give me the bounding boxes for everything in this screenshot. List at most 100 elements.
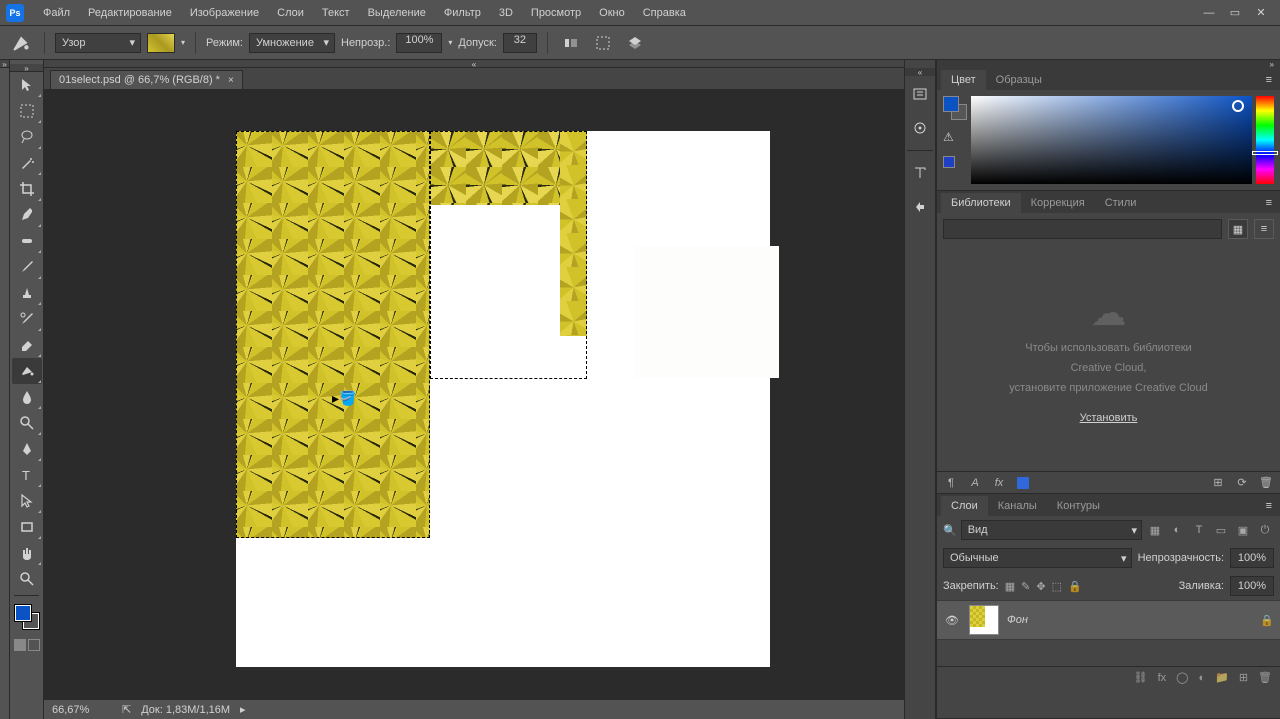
filter-toggle-icon[interactable]: ⏻ — [1256, 521, 1274, 539]
lib-sync-icon[interactable]: ⟳ — [1234, 475, 1250, 491]
rectangle-shape-tool[interactable] — [12, 514, 42, 540]
menu-layers[interactable]: Слои — [268, 0, 313, 26]
layer-fx-icon[interactable]: fx — [1158, 672, 1167, 684]
move-tool[interactable] — [12, 72, 42, 98]
color-panel-fg-swatch[interactable] — [943, 96, 959, 112]
hue-slider-handle-icon[interactable] — [1252, 151, 1278, 155]
library-grid-view-icon[interactable]: ▦ — [1228, 219, 1248, 239]
blur-tool[interactable] — [12, 384, 42, 410]
all-layers-icon[interactable] — [622, 32, 648, 54]
pattern-swatch[interactable] — [147, 33, 175, 53]
lock-all-icon[interactable]: 🔒 — [1068, 580, 1082, 593]
libraries-install-link[interactable]: Установить — [1080, 412, 1138, 424]
status-zoom[interactable]: 66,67% — [52, 704, 112, 716]
menu-view[interactable]: Просмотр — [522, 0, 590, 26]
libraries-panel-menu-icon[interactable]: ≡ — [1258, 193, 1280, 213]
color-panel-swatches[interactable] — [943, 96, 967, 120]
tab-color[interactable]: Цвет — [941, 70, 986, 90]
filter-smart-icon[interactable]: ▣ — [1234, 521, 1252, 539]
window-maximize-icon[interactable]: ▭ — [1222, 3, 1248, 23]
eyedropper-tool[interactable] — [12, 202, 42, 228]
tolerance-input[interactable]: 32 — [503, 33, 537, 53]
rectangular-marquee-tool[interactable] — [12, 98, 42, 124]
color-field[interactable] — [971, 96, 1252, 184]
lasso-tool[interactable] — [12, 124, 42, 150]
properties-panel-icon[interactable] — [906, 114, 934, 142]
status-docsize[interactable]: Док: 1,83M/1,16M — [141, 704, 230, 716]
opacity-flyout-icon[interactable]: ▾ — [448, 38, 452, 47]
status-flyout-icon[interactable]: ▸ — [240, 703, 246, 716]
tab-styles[interactable]: Стили — [1095, 193, 1147, 213]
character-panel-icon[interactable] — [906, 159, 934, 187]
window-close-icon[interactable]: ✕ — [1248, 3, 1274, 23]
lock-image-icon[interactable]: ✎ — [1021, 580, 1030, 593]
menu-3d[interactable]: 3D — [490, 0, 522, 26]
filter-type-icon[interactable]: T — [1190, 521, 1208, 539]
brush-tool[interactable] — [12, 254, 42, 280]
tab-paths[interactable]: Контуры — [1047, 496, 1110, 516]
spot-healing-tool[interactable] — [12, 228, 42, 254]
type-tool[interactable]: T — [12, 462, 42, 488]
menu-window[interactable]: Окно — [590, 0, 634, 26]
tab-swatches[interactable]: Образцы — [986, 70, 1052, 90]
blend-mode-select[interactable]: Умножение — [249, 33, 335, 53]
menu-file[interactable]: Файл — [34, 0, 79, 26]
pen-tool[interactable] — [12, 436, 42, 462]
history-brush-tool[interactable] — [12, 306, 42, 332]
layer-row[interactable]: 👁 Фон 🔒 — [937, 600, 1280, 640]
layer-fill-input[interactable]: 100% — [1230, 576, 1274, 596]
tab-channels[interactable]: Каналы — [988, 496, 1047, 516]
color-panel-menu-icon[interactable]: ≡ — [1258, 70, 1280, 90]
doc-expand-icon[interactable]: « — [44, 60, 904, 68]
lib-trash-icon[interactable]: 🗑 — [1258, 475, 1274, 491]
layer-thumbnail[interactable] — [969, 605, 999, 635]
layer-locked-icon[interactable]: 🔒 — [1260, 614, 1274, 627]
lock-position-icon[interactable]: ✥ — [1036, 580, 1045, 593]
library-select[interactable] — [943, 219, 1222, 239]
layer-blend-mode-select[interactable]: Обычные — [943, 548, 1132, 568]
layer-mask-icon[interactable]: ◯ — [1176, 671, 1188, 684]
collapsed-panels-expand-icon[interactable]: « — [905, 68, 935, 76]
crop-tool[interactable] — [12, 176, 42, 202]
standard-mode-icon[interactable] — [14, 639, 26, 651]
path-selection-tool[interactable] — [12, 488, 42, 514]
eraser-tool[interactable] — [12, 332, 42, 358]
menu-select[interactable]: Выделение — [359, 0, 435, 26]
layer-filter-kind-select[interactable]: Вид — [961, 520, 1142, 540]
lib-color-icon[interactable] — [1015, 475, 1031, 491]
opacity-input[interactable]: 100% — [396, 33, 442, 53]
lib-paragraph-style-icon[interactable]: ¶ — [943, 475, 959, 491]
gamut-warning-icon[interactable]: ⚠ — [943, 130, 967, 144]
document-tab[interactable]: 01select.psd @ 66,7% (RGB/8) * × — [50, 70, 243, 89]
hand-tool[interactable] — [12, 540, 42, 566]
menu-filter[interactable]: Фильтр — [435, 0, 490, 26]
actions-panel-icon[interactable] — [906, 193, 934, 221]
left-strip-expand-icon[interactable]: » — [0, 60, 9, 68]
anti-alias-icon[interactable] — [558, 32, 584, 54]
magic-wand-tool[interactable] — [12, 150, 42, 176]
toolbar-expand-icon[interactable]: » — [10, 64, 43, 72]
layers-panel-menu-icon[interactable]: ≡ — [1258, 496, 1280, 516]
quickmask-mode-icon[interactable] — [28, 639, 40, 651]
link-layers-icon[interactable]: ⛓ — [1134, 671, 1148, 684]
library-list-view-icon[interactable]: ≡ — [1254, 219, 1274, 239]
document-tab-close-icon[interactable]: × — [228, 75, 234, 86]
web-safe-swatch[interactable] — [943, 156, 955, 168]
right-panels-collapse-icon[interactable]: » — [937, 60, 1280, 68]
menu-type[interactable]: Текст — [313, 0, 359, 26]
lib-char-style-icon[interactable]: A — [967, 475, 983, 491]
tab-layers[interactable]: Слои — [941, 496, 988, 516]
zoom-tool[interactable] — [12, 566, 42, 592]
current-tool-icon[interactable] — [8, 30, 34, 56]
fill-type-select[interactable]: Узор — [55, 33, 141, 53]
foreground-color-swatch[interactable] — [15, 605, 31, 621]
lib-fx-icon[interactable]: fx — [991, 475, 1007, 491]
layer-visibility-icon[interactable]: 👁 — [943, 614, 961, 627]
history-panel-icon[interactable] — [906, 80, 934, 108]
dodge-tool[interactable] — [12, 410, 42, 436]
layer-opacity-input[interactable]: 100% — [1230, 548, 1274, 568]
window-minimize-icon[interactable]: — — [1196, 3, 1222, 23]
filter-pixel-icon[interactable]: ▦ — [1146, 521, 1164, 539]
clone-stamp-tool[interactable] — [12, 280, 42, 306]
lock-artboard-icon[interactable]: ⬚ — [1052, 580, 1062, 593]
